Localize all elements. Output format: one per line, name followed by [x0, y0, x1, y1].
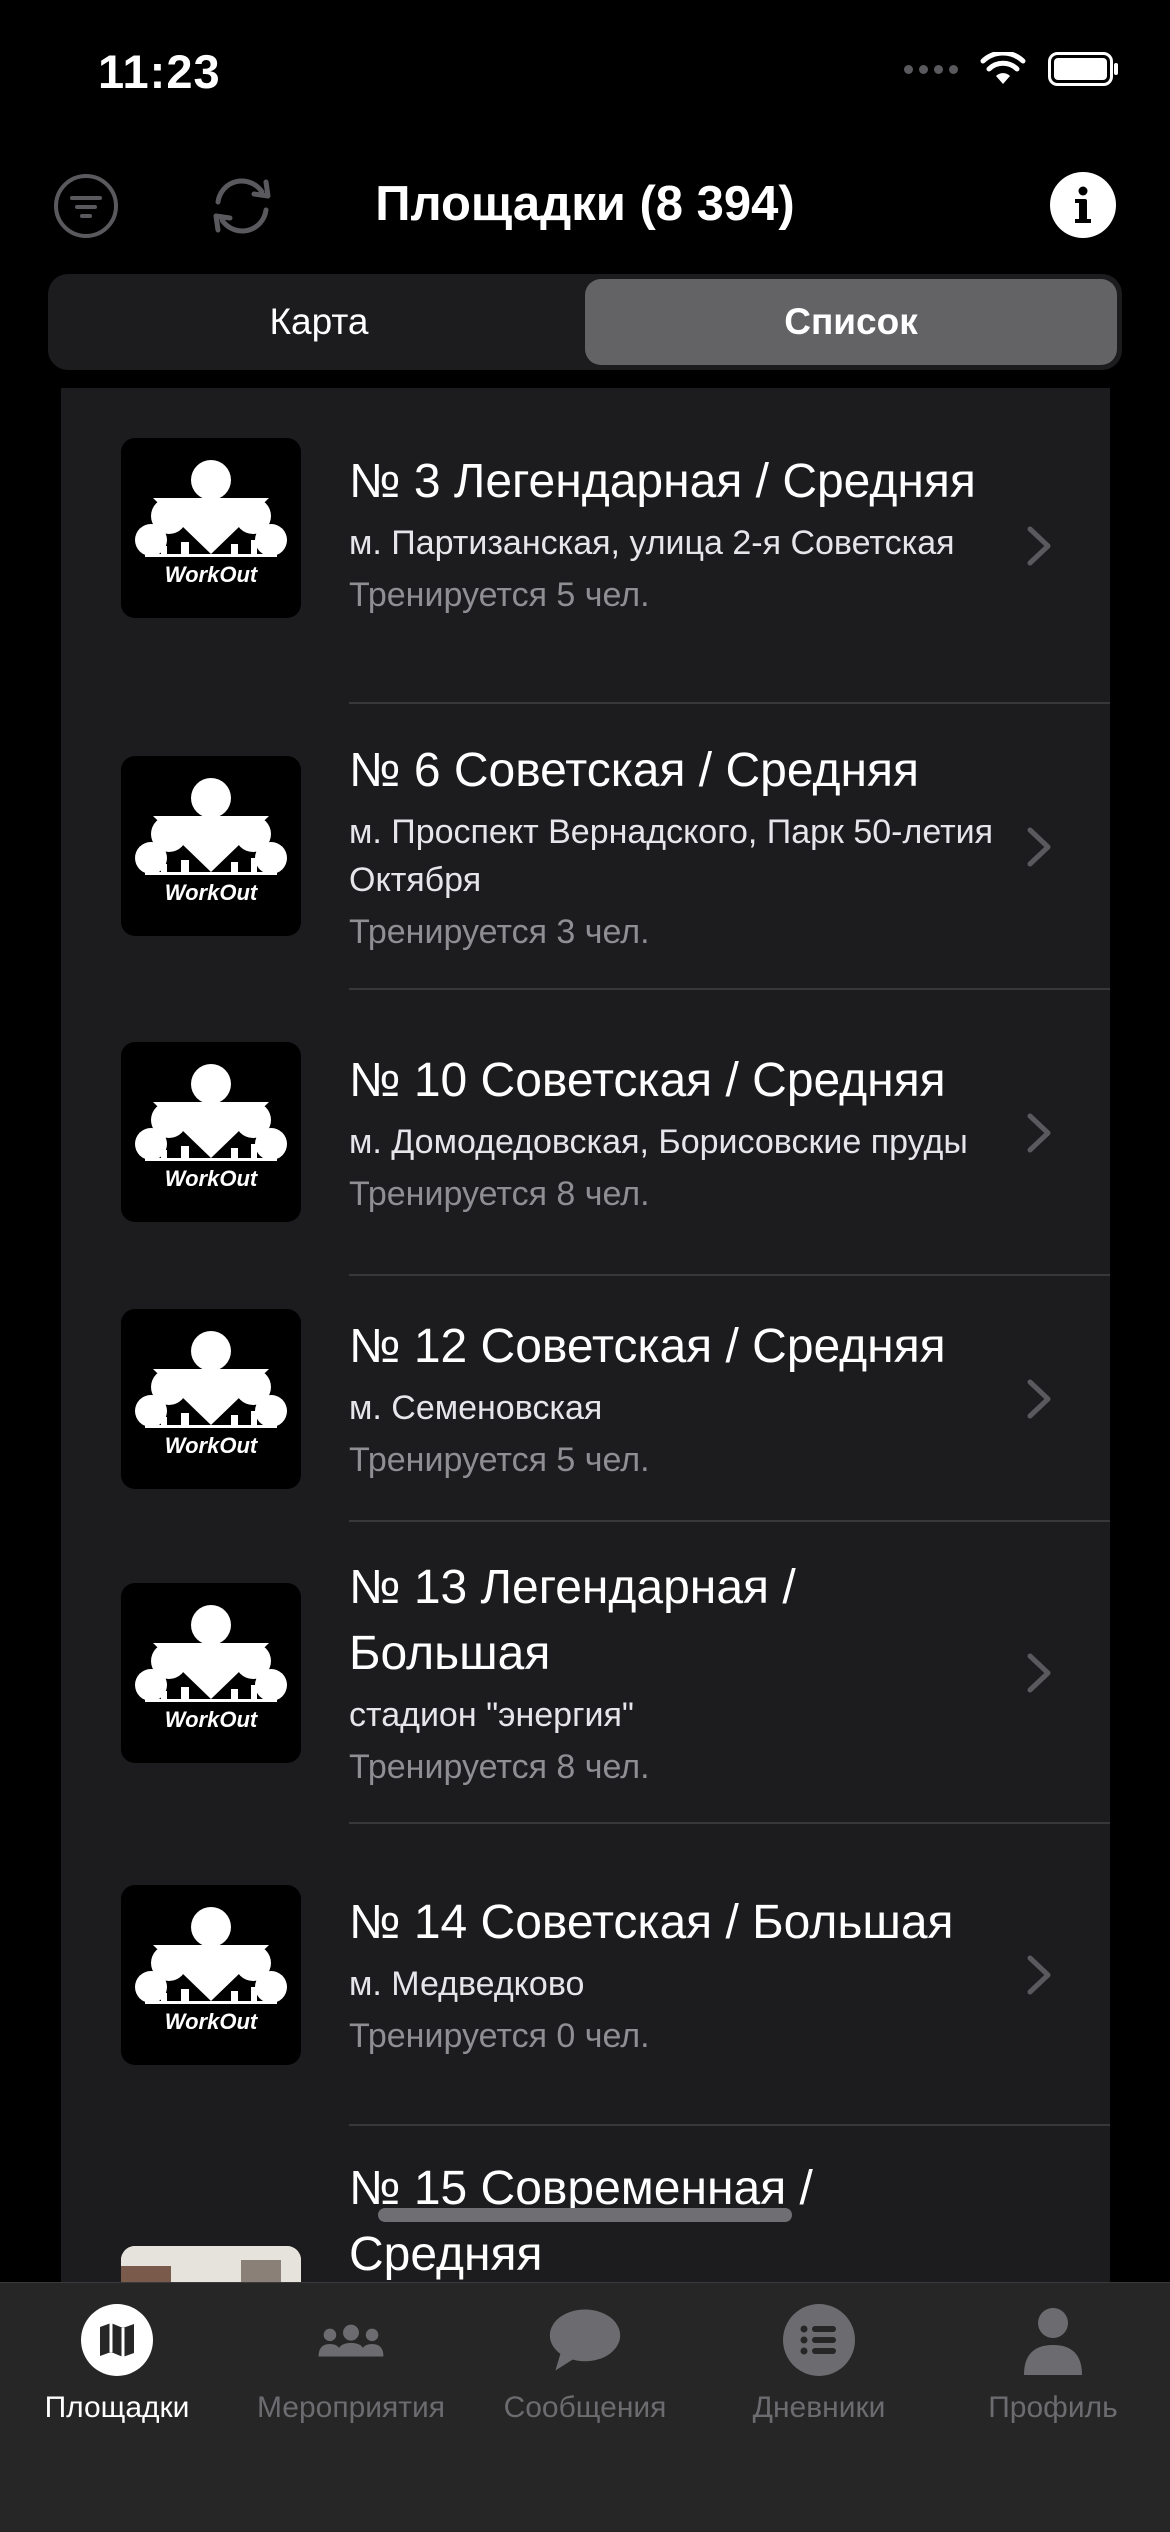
people-icon: [314, 2303, 388, 2377]
wifi-icon: [980, 52, 1026, 84]
segment-map[interactable]: Карта: [53, 279, 585, 365]
status-indicators: [904, 52, 1120, 86]
workout-logo-thumbnail: [121, 1583, 301, 1763]
app-screen: 11:23 Площадки (8 394) Карта Список № 3 …: [0, 0, 1170, 2532]
item-count: Тренируется 0 чел.: [349, 2017, 650, 2055]
item-title: № 10 Советская / Средняя: [349, 1054, 946, 1107]
tab-bar: Площадки Мероприятия Сообщения Дневники …: [0, 2282, 1170, 2532]
tab-events[interactable]: Мероприятия: [234, 2283, 468, 2443]
chevron-right-icon: [1027, 827, 1051, 867]
playgrounds-list: № 3 Легендарная / Средняя м. Партизанска…: [61, 388, 1110, 2282]
item-title: № 13 Легендарная / Большая: [349, 1561, 796, 1680]
navigation-bar: Площадки (8 394): [0, 150, 1170, 262]
status-time: 11:23: [98, 45, 221, 98]
page-title: Площадки (8 394): [375, 177, 795, 231]
tab-label: Профиль: [988, 2391, 1118, 2424]
chevron-right-icon: [1027, 1113, 1051, 1153]
info-button[interactable]: [1050, 172, 1116, 238]
list-item[interactable]: № 15 Современная / Средняя: [61, 2126, 1110, 2282]
tab-label: Площадки: [44, 2391, 190, 2424]
item-title: № 6 Советская / Средняя: [349, 744, 919, 797]
item-title: № 3 Легендарная / Средняя: [349, 455, 976, 508]
item-address: стадион "энергия": [349, 1696, 634, 1734]
list-item[interactable]: № 10 Советская / Средняя м. Домодедовска…: [61, 990, 1110, 1276]
item-address: м. Домодедовская, Борисовские пруды: [349, 1123, 968, 1161]
item-title: № 14 Советская / Большая: [349, 1896, 954, 1949]
home-indicator: [378, 2208, 792, 2222]
item-count: Тренируется 5 чел.: [349, 576, 650, 614]
info-icon: [1075, 186, 1091, 223]
tab-journals[interactable]: Дневники: [702, 2283, 936, 2443]
tab-label: Мероприятия: [256, 2391, 446, 2424]
item-title: № 12 Советская / Средняя: [349, 1320, 946, 1373]
list-item[interactable]: № 3 Легендарная / Средняя м. Партизанска…: [61, 388, 1110, 704]
item-count: Тренируется 8 чел.: [349, 1748, 650, 1786]
segment-list[interactable]: Список: [585, 279, 1117, 365]
tab-label: Сообщения: [503, 2391, 667, 2424]
tab-label: Дневники: [752, 2391, 886, 2424]
view-mode-segmented-control: Карта Список: [48, 274, 1122, 370]
workout-logo-thumbnail: [121, 1042, 301, 1222]
status-bar: 11:23: [0, 0, 1170, 140]
item-count: Тренируется 5 чел.: [349, 1441, 650, 1479]
list-icon: [782, 2303, 856, 2377]
tab-messages[interactable]: Сообщения: [468, 2283, 702, 2443]
person-icon: [1016, 2303, 1090, 2377]
chevron-right-icon: [1027, 526, 1051, 566]
item-address: м. Партизанская, улица 2-я Советская: [349, 524, 955, 562]
cellular-signal-icon: [904, 64, 958, 74]
chevron-right-icon: [1027, 1379, 1051, 1419]
item-address: м. Проспект Вернадского, Парк 50-летия О…: [349, 813, 994, 899]
workout-logo-thumbnail: [121, 438, 301, 618]
message-bubble-icon: [548, 2303, 622, 2377]
map-icon: [80, 2303, 154, 2377]
tab-profile[interactable]: Профиль: [936, 2283, 1170, 2443]
list-item[interactable]: № 6 Советская / Средняя м. Проспект Верн…: [61, 704, 1110, 990]
battery-icon: [1048, 52, 1118, 86]
list-item[interactable]: № 13 Легендарная / Большая стадион "энер…: [61, 1522, 1110, 1824]
chevron-right-icon: [1027, 1955, 1051, 1995]
playground-photo-thumbnail: [121, 2246, 301, 2282]
workout-logo-thumbnail: [121, 1885, 301, 2065]
item-count: Тренируется 3 чел.: [349, 913, 650, 951]
item-address: м. Семеновская: [349, 1389, 603, 1427]
workout-logo-thumbnail: [121, 756, 301, 936]
item-count: Тренируется 8 чел.: [349, 1175, 650, 1213]
list-item[interactable]: № 14 Советская / Большая м. Медведково Т…: [61, 1824, 1110, 2126]
chevron-right-icon: [1027, 1653, 1051, 1693]
list-item[interactable]: № 12 Советская / Средняя м. Семеновская …: [61, 1276, 1110, 1522]
tab-playgrounds[interactable]: Площадки: [0, 2283, 234, 2443]
workout-logo-thumbnail: [121, 1309, 301, 1489]
item-address: м. Медведково: [349, 1965, 585, 2003]
